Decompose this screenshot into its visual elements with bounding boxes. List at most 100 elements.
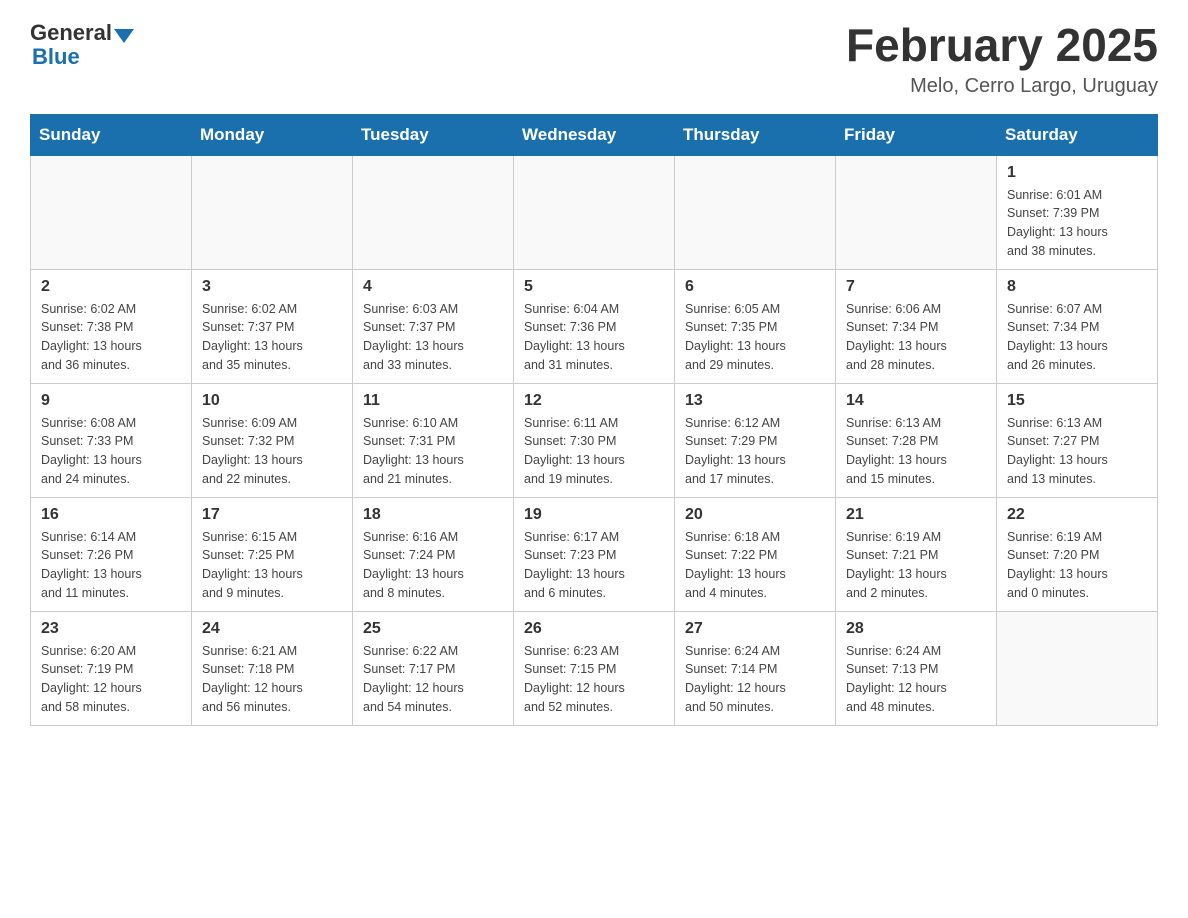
day-info: Sunrise: 6:15 AM Sunset: 7:25 PM Dayligh… bbox=[202, 528, 342, 603]
logo-text: General bbox=[30, 20, 136, 46]
calendar-cell: 24 Sunrise: 6:21 AM Sunset: 7:18 PM Dayli… bbox=[192, 611, 353, 725]
day-number: 16 bbox=[41, 506, 181, 524]
day-number: 4 bbox=[363, 278, 503, 296]
day-number: 9 bbox=[41, 392, 181, 410]
day-number: 24 bbox=[202, 620, 342, 638]
day-info: Sunrise: 6:11 AM Sunset: 7:30 PM Dayligh… bbox=[524, 414, 664, 489]
day-number: 27 bbox=[685, 620, 825, 638]
day-info: Sunrise: 6:03 AM Sunset: 7:37 PM Dayligh… bbox=[363, 300, 503, 375]
day-number: 13 bbox=[685, 392, 825, 410]
calendar-cell: 22Sunrise: 6:19 AM Sunset: 7:20 PM Dayli… bbox=[997, 497, 1158, 611]
week-row-3: 9 Sunrise: 6:08 AM Sunset: 7:33 PM Daylig… bbox=[31, 383, 1158, 497]
day-info: Sunrise: 6:17 AM Sunset: 7:23 PM Dayligh… bbox=[524, 528, 664, 603]
calendar-cell bbox=[514, 155, 675, 269]
calendar-cell: 12 Sunrise: 6:11 AM Sunset: 7:30 PM Dayli… bbox=[514, 383, 675, 497]
day-info: Sunrise: 6:24 AM Sunset: 7:13 PM Dayligh… bbox=[846, 642, 986, 717]
page-header: General Blue February 2025 Melo, Cerro L… bbox=[30, 20, 1158, 98]
day-info: Sunrise: 6:02 AM Sunset: 7:38 PM Dayligh… bbox=[41, 300, 181, 375]
weekday-header-friday: Friday bbox=[836, 114, 997, 155]
title-section: February 2025 Melo, Cerro Largo, Uruguay bbox=[846, 20, 1158, 98]
day-info: Sunrise: 6:20 AM Sunset: 7:19 PM Dayligh… bbox=[41, 642, 181, 717]
day-info: Sunrise: 6:04 AM Sunset: 7:36 PM Dayligh… bbox=[524, 300, 664, 375]
day-number: 25 bbox=[363, 620, 503, 638]
week-row-5: 23 Sunrise: 6:20 AM Sunset: 7:19 PM Dayli… bbox=[31, 611, 1158, 725]
day-info: Sunrise: 6:19 AM Sunset: 7:21 PM Dayligh… bbox=[846, 528, 986, 603]
day-info: Sunrise: 6:09 AM Sunset: 7:32 PM Dayligh… bbox=[202, 414, 342, 489]
calendar-cell: 15 Sunrise: 6:13 AM Sunset: 7:27 PM Dayli… bbox=[997, 383, 1158, 497]
day-number: 19 bbox=[524, 506, 664, 524]
weekday-header-sunday: Sunday bbox=[31, 114, 192, 155]
weekday-header-tuesday: Tuesday bbox=[353, 114, 514, 155]
calendar-cell: 7 Sunrise: 6:06 AM Sunset: 7:34 PM Daylig… bbox=[836, 269, 997, 383]
logo-blue: Blue bbox=[32, 44, 80, 69]
calendar-cell: 27Sunrise: 6:24 AM Sunset: 7:14 PM Dayli… bbox=[675, 611, 836, 725]
weekday-header-thursday: Thursday bbox=[675, 114, 836, 155]
day-info: Sunrise: 6:06 AM Sunset: 7:34 PM Dayligh… bbox=[846, 300, 986, 375]
calendar-cell bbox=[192, 155, 353, 269]
calendar-cell: 11Sunrise: 6:10 AM Sunset: 7:31 PM Dayli… bbox=[353, 383, 514, 497]
day-info: Sunrise: 6:05 AM Sunset: 7:35 PM Dayligh… bbox=[685, 300, 825, 375]
header-row: SundayMondayTuesdayWednesdayThursdayFrid… bbox=[31, 114, 1158, 155]
day-number: 15 bbox=[1007, 392, 1147, 410]
day-number: 26 bbox=[524, 620, 664, 638]
calendar-cell: 8Sunrise: 6:07 AM Sunset: 7:34 PM Daylig… bbox=[997, 269, 1158, 383]
weekday-header-monday: Monday bbox=[192, 114, 353, 155]
day-info: Sunrise: 6:12 AM Sunset: 7:29 PM Dayligh… bbox=[685, 414, 825, 489]
calendar-cell: 10 Sunrise: 6:09 AM Sunset: 7:32 PM Dayli… bbox=[192, 383, 353, 497]
calendar-cell: 25 Sunrise: 6:22 AM Sunset: 7:17 PM Dayli… bbox=[353, 611, 514, 725]
day-info: Sunrise: 6:02 AM Sunset: 7:37 PM Dayligh… bbox=[202, 300, 342, 375]
day-info: Sunrise: 6:13 AM Sunset: 7:27 PM Dayligh… bbox=[1007, 414, 1147, 489]
calendar-cell bbox=[31, 155, 192, 269]
calendar-table: SundayMondayTuesdayWednesdayThursdayFrid… bbox=[30, 114, 1158, 726]
calendar-cell: 5 Sunrise: 6:04 AM Sunset: 7:36 PM Daylig… bbox=[514, 269, 675, 383]
calendar-cell bbox=[353, 155, 514, 269]
day-number: 22 bbox=[1007, 506, 1147, 524]
calendar-cell: 6 Sunrise: 6:05 AM Sunset: 7:35 PM Daylig… bbox=[675, 269, 836, 383]
logo-general: General bbox=[30, 20, 112, 46]
day-number: 12 bbox=[524, 392, 664, 410]
day-info: Sunrise: 6:21 AM Sunset: 7:18 PM Dayligh… bbox=[202, 642, 342, 717]
day-number: 3 bbox=[202, 278, 342, 296]
day-info: Sunrise: 6:13 AM Sunset: 7:28 PM Dayligh… bbox=[846, 414, 986, 489]
calendar-cell: 26 Sunrise: 6:23 AM Sunset: 7:15 PM Dayli… bbox=[514, 611, 675, 725]
calendar-cell: 9 Sunrise: 6:08 AM Sunset: 7:33 PM Daylig… bbox=[31, 383, 192, 497]
calendar-cell: 19 Sunrise: 6:17 AM Sunset: 7:23 PM Dayli… bbox=[514, 497, 675, 611]
calendar-cell: 4 Sunrise: 6:03 AM Sunset: 7:37 PM Daylig… bbox=[353, 269, 514, 383]
day-info: Sunrise: 6:18 AM Sunset: 7:22 PM Dayligh… bbox=[685, 528, 825, 603]
day-number: 8 bbox=[1007, 278, 1147, 296]
calendar-cell: 16 Sunrise: 6:14 AM Sunset: 7:26 PM Dayli… bbox=[31, 497, 192, 611]
day-number: 23 bbox=[41, 620, 181, 638]
calendar-cell: 21Sunrise: 6:19 AM Sunset: 7:21 PM Dayli… bbox=[836, 497, 997, 611]
day-number: 7 bbox=[846, 278, 986, 296]
day-number: 10 bbox=[202, 392, 342, 410]
calendar-cell: 3 Sunrise: 6:02 AM Sunset: 7:37 PM Daylig… bbox=[192, 269, 353, 383]
logo: General Blue bbox=[30, 20, 136, 70]
day-number: 18 bbox=[363, 506, 503, 524]
week-row-1: 1 Sunrise: 6:01 AM Sunset: 7:39 PM Daylig… bbox=[31, 155, 1158, 269]
logo-arrow-icon bbox=[114, 29, 134, 43]
weekday-header-wednesday: Wednesday bbox=[514, 114, 675, 155]
calendar-subtitle: Melo, Cerro Largo, Uruguay bbox=[846, 75, 1158, 98]
day-info: Sunrise: 6:01 AM Sunset: 7:39 PM Dayligh… bbox=[1007, 186, 1147, 261]
day-info: Sunrise: 6:10 AM Sunset: 7:31 PM Dayligh… bbox=[363, 414, 503, 489]
day-info: Sunrise: 6:23 AM Sunset: 7:15 PM Dayligh… bbox=[524, 642, 664, 717]
day-number: 5 bbox=[524, 278, 664, 296]
day-number: 14 bbox=[846, 392, 986, 410]
calendar-cell bbox=[997, 611, 1158, 725]
calendar-cell bbox=[675, 155, 836, 269]
week-row-2: 2Sunrise: 6:02 AM Sunset: 7:38 PM Daylig… bbox=[31, 269, 1158, 383]
calendar-cell: 20 Sunrise: 6:18 AM Sunset: 7:22 PM Dayli… bbox=[675, 497, 836, 611]
calendar-cell: 1 Sunrise: 6:01 AM Sunset: 7:39 PM Daylig… bbox=[997, 155, 1158, 269]
day-info: Sunrise: 6:14 AM Sunset: 7:26 PM Dayligh… bbox=[41, 528, 181, 603]
calendar-cell bbox=[836, 155, 997, 269]
day-number: 20 bbox=[685, 506, 825, 524]
calendar-cell: 18Sunrise: 6:16 AM Sunset: 7:24 PM Dayli… bbox=[353, 497, 514, 611]
calendar-cell: 17Sunrise: 6:15 AM Sunset: 7:25 PM Dayli… bbox=[192, 497, 353, 611]
calendar-cell: 13 Sunrise: 6:12 AM Sunset: 7:29 PM Dayli… bbox=[675, 383, 836, 497]
day-number: 28 bbox=[846, 620, 986, 638]
day-info: Sunrise: 6:08 AM Sunset: 7:33 PM Dayligh… bbox=[41, 414, 181, 489]
day-number: 1 bbox=[1007, 164, 1147, 182]
calendar-title: February 2025 bbox=[846, 20, 1158, 71]
day-number: 6 bbox=[685, 278, 825, 296]
day-info: Sunrise: 6:22 AM Sunset: 7:17 PM Dayligh… bbox=[363, 642, 503, 717]
